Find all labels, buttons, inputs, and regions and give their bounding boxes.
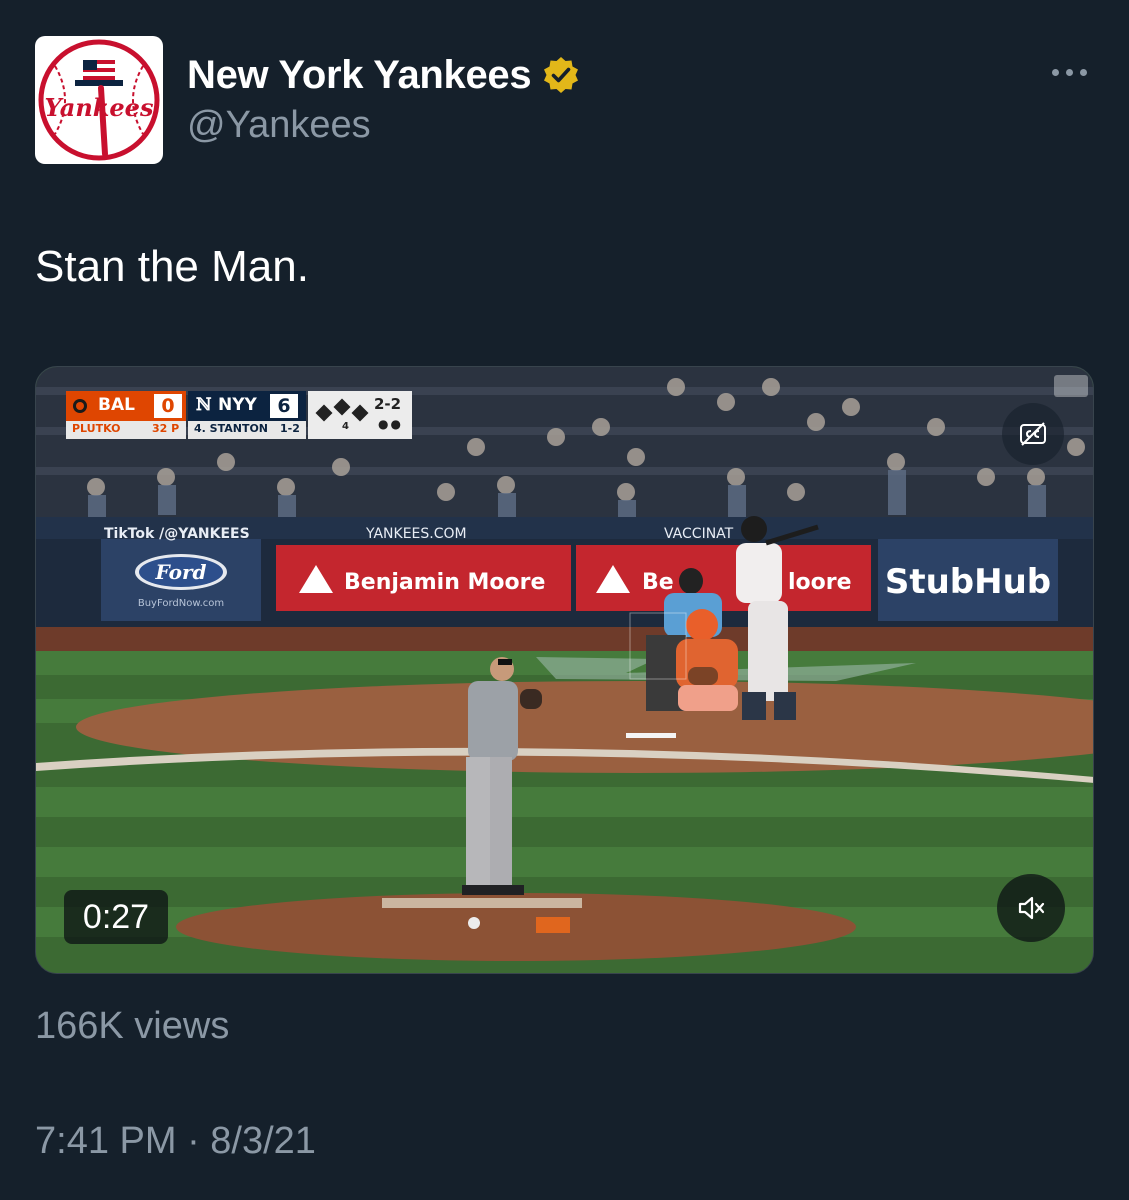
stubhub-sign: StubHub [885, 562, 1051, 602]
scorebug: BAL 0 PLUTKO 32 P ℕ NYY 6 4. STANTON 1-2… [66, 391, 412, 439]
outs-indicator: ●● [378, 417, 403, 431]
yankees-ny-icon: ℕ [196, 395, 212, 415]
pitch-count: 32 P [152, 422, 180, 435]
batter-name: 4. STANTON [194, 422, 269, 435]
speaker-muted-icon [1018, 896, 1045, 920]
away-pitcher: PLUTKO [72, 422, 121, 435]
inning: 4 [342, 421, 349, 432]
video-duration: 0:27 [64, 890, 168, 944]
benjamin-moore-sign-right: loore [788, 570, 852, 595]
tiktok-sign: TikTok /@YANKEES [104, 526, 250, 542]
yankees-logo: Yankees [38, 39, 160, 161]
ford-sign: Ford [155, 560, 207, 584]
avatar[interactable]: Yankees [35, 36, 163, 164]
view-count: 166K views [35, 1005, 230, 1047]
orioles-logo-icon [73, 399, 87, 413]
captions-button[interactable] [1002, 403, 1064, 465]
more-dot [1065, 68, 1073, 76]
benjamin-moore-sign-left: Be [642, 570, 674, 595]
svg-text:Yankees: Yankees [45, 93, 154, 122]
scorebug-bases: 2-2 4 ●● [308, 391, 412, 439]
yankees-com-sign: YANKEES.COM [365, 526, 467, 542]
scorebug-away: BAL 0 PLUTKO 32 P [66, 391, 186, 439]
away-score: 0 [154, 394, 182, 418]
more-options-icon[interactable] [1046, 62, 1092, 82]
home-team: NYY [218, 395, 257, 415]
more-dot [1079, 68, 1087, 76]
display-name[interactable]: New York Yankees [187, 53, 532, 98]
tweet-text: Stan the Man. [35, 242, 309, 291]
ball-strike-count: 2-2 [374, 395, 402, 413]
verified-badge-icon[interactable] [541, 55, 581, 95]
vaccinat-sign: VACCINAT [664, 526, 734, 542]
away-team: BAL [98, 395, 135, 415]
author-handle[interactable]: @Yankees [187, 104, 371, 147]
video-player[interactable]: TikTok /@YANKEES YANKEES.COM VACCINAT Fo… [35, 366, 1094, 974]
captions-icon [1020, 422, 1046, 446]
author-name-row: New York Yankees [187, 52, 581, 98]
tweet-timestamp[interactable]: 7:41 PM · 8/3/21 [35, 1120, 316, 1163]
more-dot [1051, 68, 1059, 76]
video-frame: TikTok /@YANKEES YANKEES.COM VACCINAT Fo… [36, 367, 1093, 973]
benjamin-moore-sign: Benjamin Moore [344, 570, 545, 595]
scorebug-home: ℕ NYY 6 4. STANTON 1-2 [188, 391, 306, 439]
home-score: 6 [270, 394, 298, 418]
ford-url-sign: BuyFordNow.com [138, 598, 224, 609]
mute-button[interactable] [997, 874, 1065, 942]
batter-stats: 1-2 [280, 422, 300, 435]
mlb-logo-icon [1054, 375, 1088, 397]
